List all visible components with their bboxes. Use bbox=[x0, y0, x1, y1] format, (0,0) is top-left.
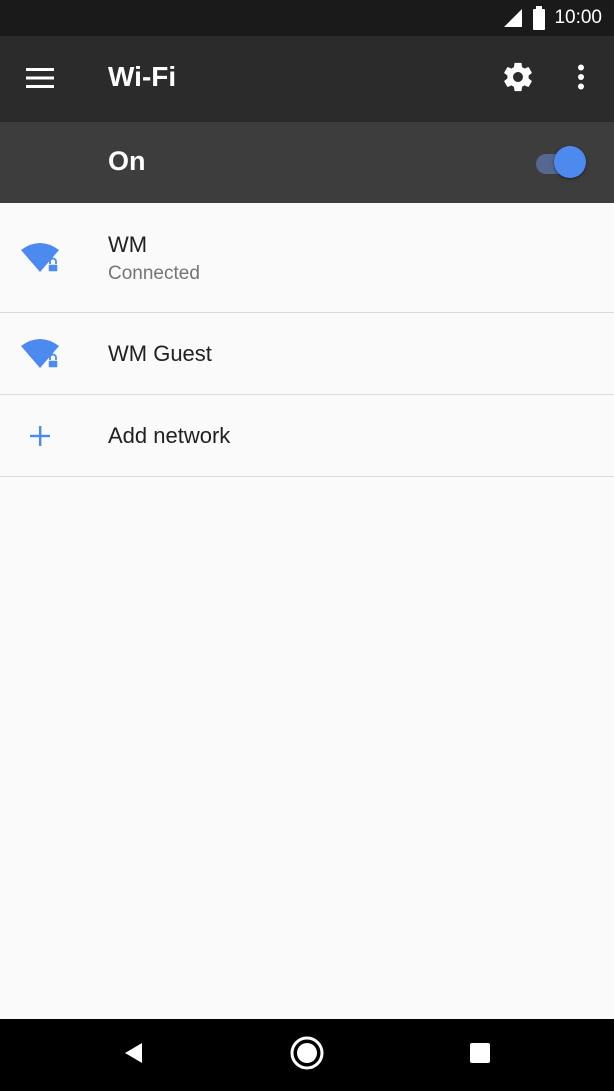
overflow-menu-icon bbox=[577, 64, 585, 95]
menu-icon bbox=[25, 67, 55, 94]
add-network-item[interactable]: Add network bbox=[0, 395, 614, 477]
battery-icon bbox=[532, 6, 546, 30]
home-button[interactable] bbox=[287, 1035, 327, 1075]
network-status: Connected bbox=[108, 263, 200, 284]
page-title: Wi-Fi bbox=[108, 61, 177, 92]
network-name: WM Guest bbox=[108, 341, 212, 366]
add-network-label: Add network bbox=[108, 423, 231, 448]
settings-button[interactable] bbox=[496, 57, 540, 101]
network-list: WM Connected WM Guest Add network bbox=[0, 203, 614, 477]
status-bar: 10:00 bbox=[0, 0, 614, 36]
menu-button[interactable] bbox=[20, 60, 60, 100]
back-button[interactable] bbox=[114, 1035, 154, 1075]
wifi-switch[interactable] bbox=[532, 144, 588, 180]
gear-icon bbox=[501, 60, 535, 99]
home-icon bbox=[289, 1035, 325, 1076]
back-icon bbox=[122, 1041, 146, 1070]
recents-button[interactable] bbox=[460, 1035, 500, 1075]
cell-signal-icon bbox=[502, 7, 524, 29]
switch-thumb bbox=[554, 146, 586, 178]
app-bar: Wi-Fi bbox=[0, 36, 614, 122]
network-item-wm[interactable]: WM Connected bbox=[0, 203, 614, 313]
plus-icon bbox=[18, 414, 62, 458]
wifi-toggle-label: On bbox=[108, 146, 146, 176]
recents-icon bbox=[468, 1041, 492, 1070]
network-item-wm-guest[interactable]: WM Guest bbox=[0, 313, 614, 395]
clock: 10:00 bbox=[554, 7, 602, 28]
overflow-menu-button[interactable] bbox=[562, 57, 600, 101]
wifi-locked-icon bbox=[18, 236, 62, 280]
wifi-toggle-row[interactable]: On bbox=[0, 122, 614, 203]
network-name: WM bbox=[108, 232, 148, 257]
wifi-locked-icon bbox=[18, 332, 62, 376]
navigation-bar bbox=[0, 1019, 614, 1091]
